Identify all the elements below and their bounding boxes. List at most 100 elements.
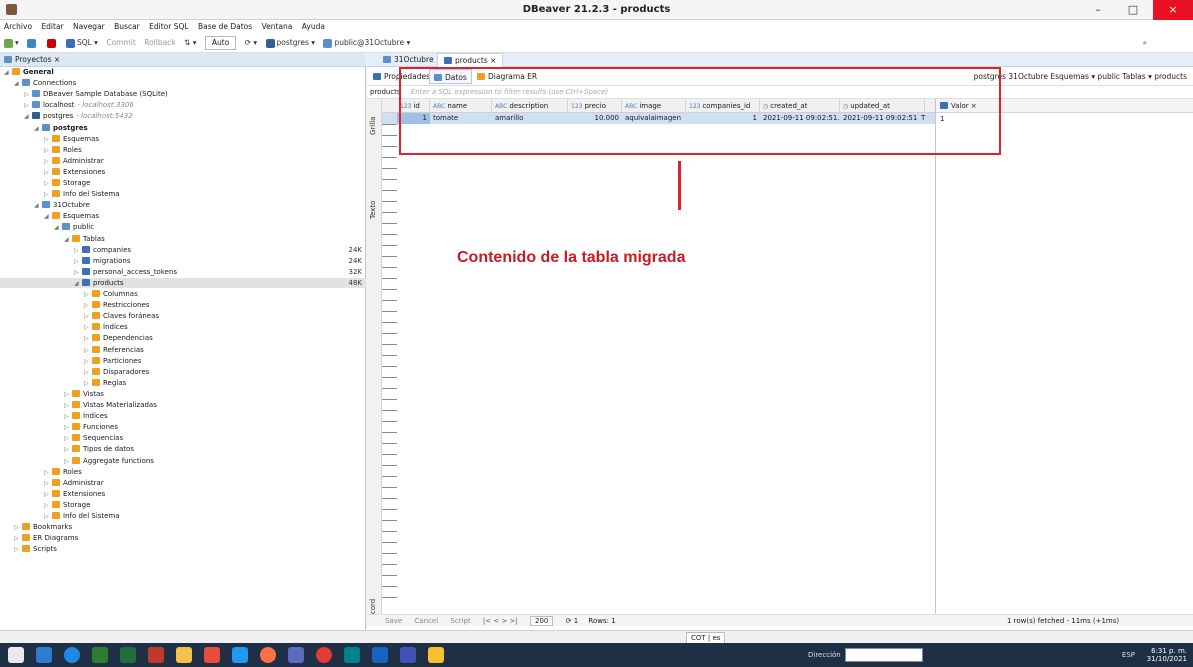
collapsed-arrow-icon[interactable]: ▷ (64, 412, 72, 423)
collapsed-arrow-icon[interactable]: ▷ (64, 390, 72, 401)
expanded-arrow-icon[interactable]: ◢ (4, 68, 12, 79)
tree-node[interactable]: ▷ Esquemas (0, 134, 366, 145)
collapsed-arrow-icon[interactable]: ▷ (44, 179, 52, 190)
start-icon[interactable] (8, 647, 24, 663)
tree-node[interactable]: ▷ ER Diagrams (0, 533, 366, 544)
tree-node[interactable]: ▷ Restricciones (0, 300, 366, 311)
collapsed-arrow-icon[interactable]: ▷ (44, 490, 52, 501)
collapsed-arrow-icon[interactable]: ▷ (64, 434, 72, 445)
collapsed-arrow-icon[interactable]: ▷ (64, 445, 72, 456)
collapsed-arrow-icon[interactable]: ▷ (84, 334, 92, 345)
maximize-button[interactable]: □ (1118, 0, 1148, 20)
connect-icon[interactable] (27, 33, 38, 53)
sql-editor-button[interactable]: SQL ▾ (65, 33, 98, 53)
new-connection-icon[interactable]: ▾ (4, 33, 19, 53)
tree-node[interactable]: ▷ localhost - localhost:3306 (0, 100, 366, 111)
collapsed-arrow-icon[interactable]: ▷ (84, 368, 92, 379)
firefox-icon[interactable] (260, 647, 276, 663)
collapsed-arrow-icon[interactable]: ▷ (74, 246, 82, 257)
excel-icon[interactable] (120, 647, 136, 663)
expanded-arrow-icon[interactable]: ◢ (54, 223, 62, 234)
tree-node[interactable]: ▷ Tipos de datos (0, 444, 366, 455)
tree-node[interactable]: ▷ Storage (0, 500, 366, 511)
tab-31octubre[interactable]: 31Octubre (377, 53, 440, 67)
collapsed-arrow-icon[interactable]: ▷ (84, 357, 92, 368)
collapsed-arrow-icon[interactable]: ▷ (14, 523, 22, 534)
navigation-icons[interactable]: |< < > >| (473, 617, 518, 625)
collapsed-arrow-icon[interactable]: ▷ (44, 168, 52, 179)
menu-archivo[interactable]: Archivo (4, 22, 32, 31)
collapsed-arrow-icon[interactable]: ▷ (44, 190, 52, 201)
save-button[interactable]: Save (367, 617, 402, 625)
search-icon[interactable]: ⌕ (1143, 33, 1147, 53)
settings-icon[interactable] (36, 647, 52, 663)
collapsed-arrow-icon[interactable]: ▷ (74, 257, 82, 268)
close-window-button[interactable]: × (1153, 0, 1193, 20)
tree-node[interactable]: ▷ Particiones (0, 356, 366, 367)
script-button[interactable]: Script (440, 617, 470, 625)
tree-node[interactable]: ▷ Vistas (0, 389, 366, 400)
tree-node[interactable]: ▷ Reglas (0, 378, 366, 389)
word-icon[interactable] (372, 647, 388, 663)
edge-icon[interactable] (64, 647, 80, 663)
tree-node[interactable]: ▷ Info del Sistema (0, 511, 366, 522)
expanded-arrow-icon[interactable]: ◢ (44, 212, 52, 223)
expanded-arrow-icon[interactable]: ◢ (64, 235, 72, 246)
fetch-size-field[interactable]: 200 (530, 616, 554, 626)
transaction-mode-icon[interactable]: ⇅ ▾ (184, 33, 196, 53)
expanded-arrow-icon[interactable]: ◢ (24, 112, 32, 123)
tree-node[interactable]: ◢ Esquemas (0, 211, 366, 222)
tree-node[interactable]: ▷ Dependencias (0, 333, 366, 344)
disconnect-icon[interactable] (46, 33, 58, 53)
tree-node[interactable]: ▷ Administrar (0, 156, 366, 167)
minimize-button[interactable]: – (1083, 0, 1113, 20)
address-input[interactable] (845, 648, 923, 662)
collapsed-arrow-icon[interactable]: ▷ (84, 323, 92, 334)
text-mode-button[interactable]: Texto (369, 201, 377, 219)
explorer-icon[interactable] (176, 647, 192, 663)
collapsed-arrow-icon[interactable]: ▷ (24, 101, 32, 112)
expanded-arrow-icon[interactable]: ◢ (34, 201, 42, 212)
collapsed-arrow-icon[interactable]: ▷ (84, 312, 92, 323)
tree-node[interactable]: ▷ Info del Sistema (0, 189, 366, 200)
tree-node[interactable]: ▷ Aggregate functions (0, 456, 366, 467)
collapsed-arrow-icon[interactable]: ▷ (84, 346, 92, 357)
collapsed-arrow-icon[interactable]: ▷ (44, 479, 52, 490)
collapsed-arrow-icon[interactable]: ▷ (84, 301, 92, 312)
tree-node[interactable]: ▷ Claves foráneas (0, 311, 366, 322)
menu-base-de-datos[interactable]: Base de Datos (198, 22, 252, 31)
breadcrumb[interactable]: postgres 31Octubre Esquemas ▾ public Tab… (974, 67, 1187, 86)
tree-node[interactable]: ▷ Referencias (0, 345, 366, 356)
refresh-icon[interactable]: ⟳ ▾ (245, 33, 257, 53)
tree-node[interactable]: ▷ Administrar (0, 478, 366, 489)
chrome-icon[interactable] (316, 647, 332, 663)
project-icon[interactable] (92, 647, 108, 663)
tree-node[interactable]: ◢ products 48K (0, 277, 366, 289)
tree-node[interactable]: ▷ companies 24K (0, 245, 366, 256)
app-icon-2[interactable] (400, 647, 416, 663)
grid-mode-button[interactable]: Grilla (369, 117, 377, 135)
tree-node[interactable]: ▷ Scripts (0, 544, 366, 555)
tree-node[interactable]: ▷ Índices (0, 411, 366, 422)
tree-node[interactable]: ▷ DBeaver Sample Database (SQLite) (0, 89, 366, 100)
menu-buscar[interactable]: Buscar (114, 22, 140, 31)
tree-node[interactable]: ◢ Tablas (0, 234, 366, 245)
tree-node[interactable]: ▷ Columnas (0, 289, 366, 300)
menu-ventana[interactable]: Ventana (262, 22, 293, 31)
collapsed-arrow-icon[interactable]: ▷ (44, 468, 52, 479)
expanded-arrow-icon[interactable]: ◢ (14, 79, 22, 90)
app-icon-3[interactable] (428, 647, 444, 663)
collapsed-arrow-icon[interactable]: ▷ (44, 512, 52, 523)
menu-editar[interactable]: Editar (41, 22, 63, 31)
collapsed-arrow-icon[interactable]: ▷ (24, 90, 32, 101)
menu-ayuda[interactable]: Ayuda (302, 22, 325, 31)
office-icon[interactable] (204, 647, 220, 663)
collapsed-arrow-icon[interactable]: ▷ (14, 534, 22, 545)
teams-icon[interactable] (344, 647, 360, 663)
tree-node[interactable]: ▷ personal_access_tokens 32K (0, 267, 366, 278)
collapsed-arrow-icon[interactable]: ▷ (44, 157, 52, 168)
tree-node[interactable]: ◢ public (0, 222, 366, 233)
tree-node[interactable]: ▷ Extensiones (0, 489, 366, 500)
commit-button[interactable]: Commit (106, 33, 135, 53)
tree-node[interactable]: ◢ Connections (0, 78, 366, 89)
